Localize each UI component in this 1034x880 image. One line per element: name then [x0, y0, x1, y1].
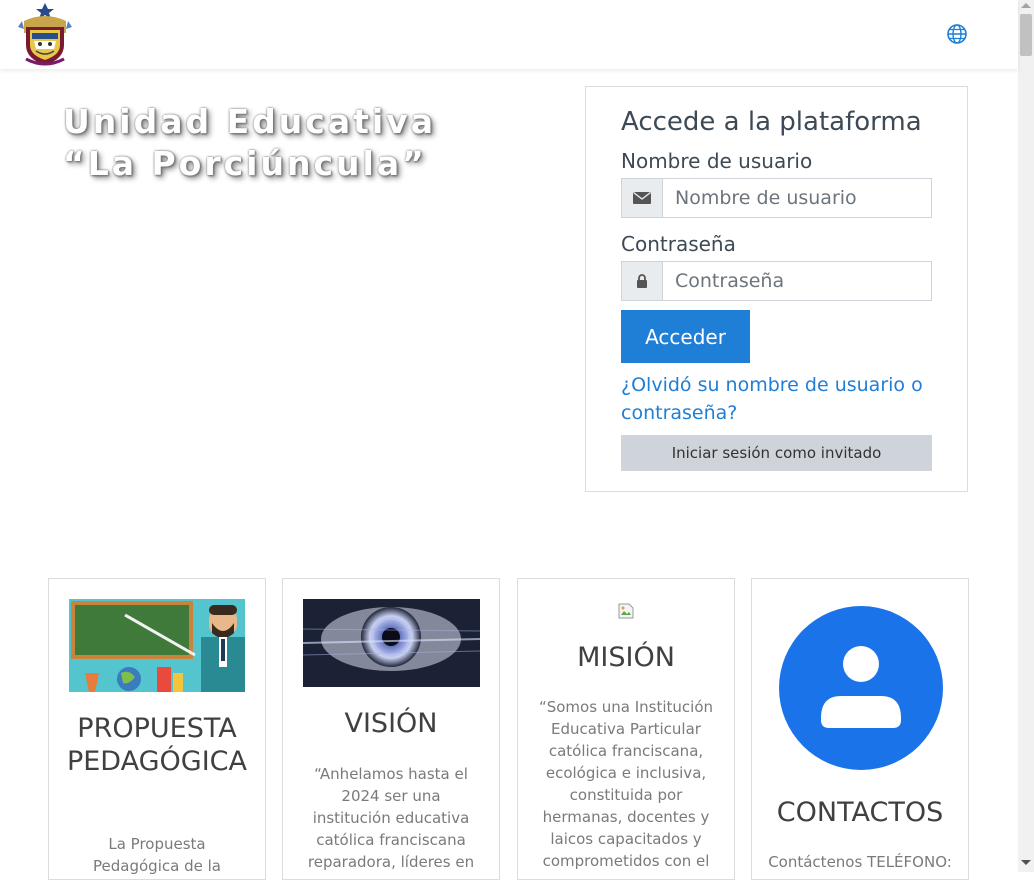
login-panel: Accede a la plataforma Nombre de usuario… [585, 86, 968, 492]
site-title: Unidad Educativa “La Porciúncula” [63, 102, 436, 183]
card-description: “Somos una Institución Educativa Particu… [538, 698, 714, 870]
top-navbar [0, 0, 1018, 69]
guest-login-button[interactable]: Iniciar sesión como invitado [621, 435, 932, 471]
login-button[interactable]: Acceder [621, 310, 750, 363]
password-label: Contraseña [621, 232, 736, 256]
card-description: La Propuesta Pedagógica de la [93, 835, 221, 875]
forgot-credentials-link[interactable]: ¿Olvidó su nombre de usuario o contraseñ… [621, 371, 941, 427]
lock-icon [622, 262, 663, 300]
username-input[interactable] [663, 179, 930, 217]
contact-avatar-icon [779, 606, 943, 770]
school-crest-logo[interactable] [18, 3, 72, 67]
card-title: MISIÓN [577, 642, 675, 673]
teacher-illustration [69, 599, 245, 692]
card-title: CONTACTOS [776, 797, 944, 828]
login-heading: Accede a la plataforma [621, 107, 922, 137]
card-title: VISIÓN [344, 708, 438, 739]
card-description: “Anhelamos hasta el 2024 ser una institu… [307, 765, 475, 871]
envelope-icon [622, 179, 663, 217]
card-contactos[interactable]: CONTACTOS Contáctenos TELÉFONO: [751, 578, 969, 880]
broken-image-icon [618, 603, 634, 619]
username-input-group [621, 178, 932, 218]
username-label: Nombre de usuario [621, 149, 813, 173]
globe-icon[interactable] [946, 23, 968, 45]
scroll-up-arrow-icon[interactable] [1021, 3, 1031, 8]
password-input-group [621, 261, 932, 301]
eye-image [303, 599, 480, 687]
card-title: PROPUESTA PEDAGÓGICA [66, 713, 248, 777]
page-scrollbar[interactable] [1018, 0, 1034, 872]
scroll-down-arrow-icon[interactable] [1021, 860, 1031, 865]
card-mision[interactable]: MISIÓN “Somos una Institución Educativa … [517, 578, 735, 880]
password-input[interactable] [663, 262, 930, 300]
scrollbar-thumb[interactable] [1020, 14, 1032, 56]
card-vision[interactable]: VISIÓN “Anhelamos hasta el 2024 ser una … [282, 578, 500, 880]
card-propuesta-pedagogica[interactable]: PROPUESTA PEDAGÓGICA La Propuesta Pedagó… [48, 578, 266, 880]
card-description: Contáctenos TELÉFONO: [768, 853, 952, 871]
